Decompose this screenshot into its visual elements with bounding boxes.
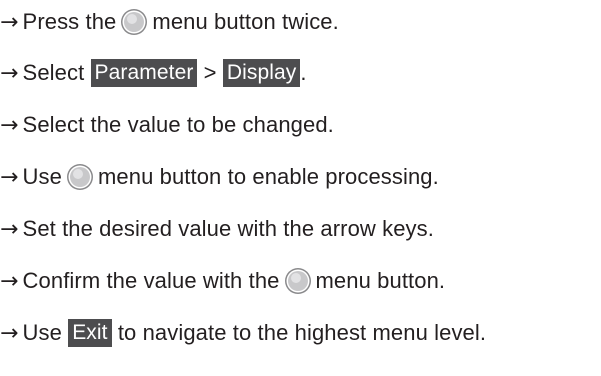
arrow-icon: → xyxy=(0,9,19,35)
step-text: Press the xyxy=(22,9,117,34)
menu-key-label: Parameter xyxy=(90,59,198,87)
arrow-icon: → xyxy=(0,112,19,138)
instruction-step: → Press the menu button twice. xyxy=(0,2,339,42)
step-text: menu button twice. xyxy=(152,9,339,34)
arrow-icon: → xyxy=(0,216,19,242)
step-text: Use xyxy=(22,164,62,189)
instruction-step: → Confirm the value with the menu button. xyxy=(0,261,445,301)
instruction-step: → Select the value to be changed. xyxy=(0,105,334,145)
step-text: to navigate to the highest menu level. xyxy=(111,320,487,345)
arrow-icon: → xyxy=(0,164,19,190)
menu-button-icon xyxy=(284,267,312,295)
step-text: Use xyxy=(22,320,69,345)
menu-key-label: Display xyxy=(222,59,301,87)
menu-key-label: Exit xyxy=(68,319,112,347)
step-text: Select xyxy=(22,60,91,85)
step-text: Set the desired value with the arrow key… xyxy=(22,216,434,241)
arrow-icon: → xyxy=(0,320,19,346)
instruction-step: → Set the desired value with the arrow ke… xyxy=(0,209,434,249)
step-text: Confirm the value with the xyxy=(22,268,280,293)
instruction-step: → Use Exit to navigate to the highest men… xyxy=(0,313,486,353)
step-text: . xyxy=(300,60,307,85)
instruction-step: → Select Parameter > Display. xyxy=(0,53,307,93)
step-text: Select the value to be changed. xyxy=(22,112,334,137)
step-text: > xyxy=(197,60,223,85)
menu-button-icon xyxy=(120,8,148,36)
step-text: menu button. xyxy=(315,268,446,293)
arrow-icon: → xyxy=(0,268,19,294)
arrow-icon: → xyxy=(0,60,19,86)
menu-button-icon xyxy=(66,163,94,191)
step-text: menu button to enable processing. xyxy=(97,164,439,189)
instruction-step: → Use menu button to enable processing. xyxy=(0,157,439,197)
